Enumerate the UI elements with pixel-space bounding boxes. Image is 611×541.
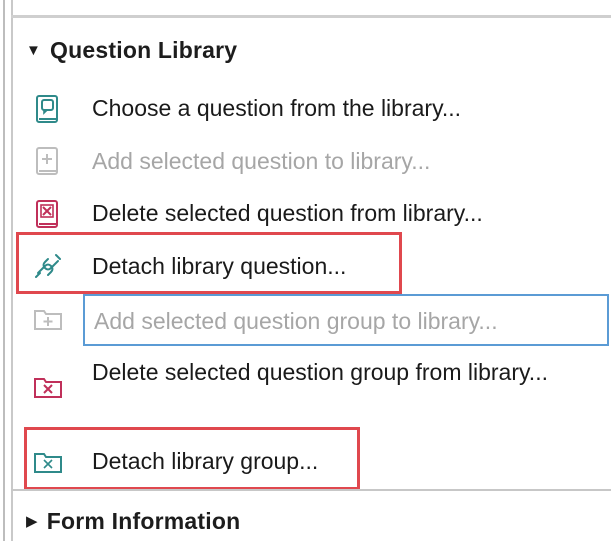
add-folder-icon	[30, 301, 66, 337]
add-question-group-item[interactable]	[30, 300, 66, 338]
detach-folder-icon	[30, 444, 66, 480]
delete-question-label: Delete selected question from library...	[92, 200, 483, 226]
form-information-header[interactable]: ▶ Form Information	[26, 505, 240, 537]
add-to-library-icon	[30, 143, 66, 179]
detach-library-group-item[interactable]: Detach library group...	[30, 443, 318, 481]
question-library-title: Question Library	[50, 36, 238, 63]
form-information-title: Form Information	[46, 507, 241, 534]
detach-question-label: Detach library question...	[92, 253, 347, 279]
panel-left-border	[3, 0, 5, 541]
add-group-label: Add selected question group to library..…	[94, 308, 498, 334]
question-library-panel: ▼ Question Library Choose a question fro…	[0, 0, 611, 541]
delete-question-from-library-item[interactable]: Delete selected question from library...	[30, 195, 483, 233]
choose-question-label: Choose a question from the library...	[92, 95, 462, 121]
top-divider	[11, 15, 611, 18]
add-question-label: Add selected question to library...	[92, 148, 431, 174]
bottom-divider	[11, 489, 611, 491]
add-question-to-library-item[interactable]: Add selected question to library...	[30, 143, 430, 179]
library-book-icon	[30, 91, 66, 127]
choose-question-item[interactable]: Choose a question from the library...	[30, 90, 461, 128]
question-library-header[interactable]: ▼ Question Library	[26, 34, 237, 66]
delete-group-label: Delete selected question group from libr…	[92, 359, 548, 385]
delete-from-library-icon	[30, 196, 66, 232]
caret-down-icon: ▼	[26, 41, 42, 59]
detach-group-label: Detach library group...	[92, 448, 319, 474]
caret-right-icon: ▶	[26, 513, 38, 530]
detach-library-question-item[interactable]: Detach library question...	[30, 248, 346, 286]
add-question-group-field[interactable]: Add selected question group to library..…	[83, 294, 609, 346]
detach-link-icon	[30, 249, 66, 285]
panel-inner-border	[11, 0, 13, 541]
delete-folder-icon	[30, 369, 66, 405]
